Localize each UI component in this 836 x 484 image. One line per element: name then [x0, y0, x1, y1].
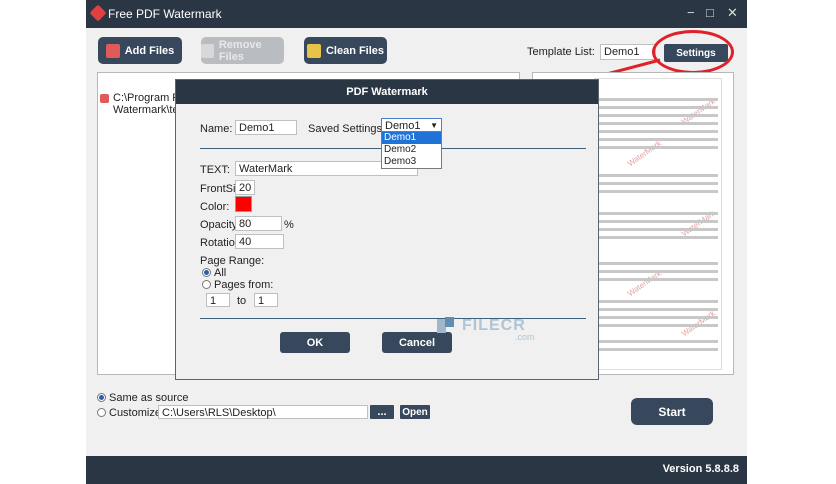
page-range-label: Page Range:	[200, 255, 265, 267]
same-as-source-radio[interactable]	[97, 393, 106, 402]
all-pages-label: All	[214, 267, 227, 279]
name-input[interactable]: Demo1	[235, 120, 297, 135]
remove-file-icon	[201, 43, 214, 58]
ok-button[interactable]: OK	[280, 332, 350, 353]
title-bar: Free PDF Watermark − □ ✕	[86, 0, 747, 28]
add-file-icon	[105, 43, 120, 58]
rotation-input[interactable]: 40	[235, 234, 284, 249]
minimize-button[interactable]: −	[687, 5, 695, 20]
saved-settings-select[interactable]: Demo1 ▼	[381, 118, 442, 132]
name-label: Name:	[200, 123, 233, 135]
all-pages-radio[interactable]	[202, 268, 211, 277]
dropdown-option[interactable]: Demo3	[382, 156, 441, 168]
opacity-unit: %	[284, 219, 294, 231]
page-to-input[interactable]: 1	[254, 293, 278, 307]
dropdown-option[interactable]: Demo1	[382, 132, 441, 144]
open-folder-button[interactable]: Open	[400, 405, 430, 419]
remove-files-button[interactable]: Remove Files	[201, 37, 284, 64]
opacity-input[interactable]: 80	[235, 216, 282, 231]
add-files-button[interactable]: Add Files	[98, 37, 182, 64]
page-from-input[interactable]: 1	[206, 293, 230, 307]
text-label: TEXT:	[200, 164, 230, 176]
saved-settings-label: Saved Settings:	[308, 123, 386, 135]
preview-watermark: WaterMark	[625, 268, 663, 299]
clean-files-button[interactable]: Clean Files	[304, 37, 387, 64]
pages-from-label: Pages from:	[214, 279, 274, 291]
browse-button[interactable]: ...	[370, 405, 394, 419]
saved-settings-dropdown: Demo1 Demo2 Demo3	[381, 131, 442, 169]
window-title: Free PDF Watermark	[108, 7, 222, 21]
output-path-input[interactable]: C:\Users\RLS\Desktop\	[158, 405, 368, 419]
same-as-source-label: Same as source	[109, 392, 189, 404]
dropdown-option[interactable]: Demo2	[382, 144, 441, 156]
pages-from-radio[interactable]	[202, 280, 211, 289]
version-label: Version 5.8.8.8	[662, 463, 739, 475]
filecr-logo-icon	[437, 317, 455, 335]
broom-icon	[306, 43, 321, 58]
maximize-button[interactable]: □	[706, 5, 714, 20]
close-button[interactable]: ✕	[727, 5, 738, 21]
fontsize-input[interactable]: 20	[235, 180, 255, 195]
status-bar: Version 5.8.8.8	[86, 456, 747, 484]
to-label: to	[237, 295, 247, 307]
color-swatch[interactable]	[235, 196, 252, 212]
cancel-button[interactable]: Cancel	[382, 332, 452, 353]
dialog-title: PDF Watermark	[176, 80, 598, 104]
start-button[interactable]: Start	[631, 398, 713, 425]
customize-label: Customize	[109, 407, 161, 419]
filecr-watermark-sub: .com	[515, 332, 535, 342]
color-label: Color:	[200, 201, 230, 213]
customize-radio[interactable]	[97, 408, 106, 417]
separator	[200, 318, 586, 319]
preview-watermark: WaterMark	[625, 138, 663, 169]
pdf-file-icon	[100, 94, 109, 103]
app-logo-icon	[89, 4, 107, 22]
